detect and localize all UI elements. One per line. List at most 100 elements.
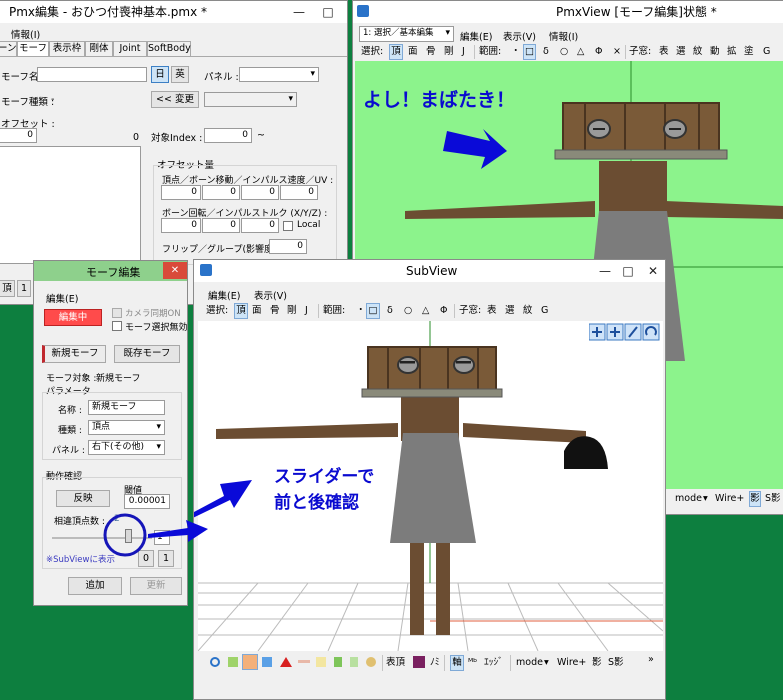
sv-sub-g[interactable]: G [541, 304, 548, 318]
pv-sub-select[interactable]: 選 [676, 45, 686, 59]
morph-name-input[interactable] [37, 67, 147, 82]
offset-list[interactable] [0, 146, 141, 264]
pmx-tab-rigid[interactable]: 剛体 [85, 41, 113, 57]
sv-range-delta[interactable]: δ [387, 304, 393, 318]
flip-group-input[interactable]: 0 [269, 239, 307, 254]
sv-bottom-icon-7[interactable] [316, 657, 326, 667]
pv-sub-move[interactable]: 動 [710, 45, 720, 59]
subview-close-button[interactable]: ✕ [640, 260, 665, 282]
sv-range-dot[interactable]: ・ [356, 304, 366, 318]
add-button[interactable]: 追加 [68, 577, 122, 595]
sv-bottom-wire[interactable]: Wire+ [557, 656, 586, 670]
pmx-tab-display-frame[interactable]: 表示枠 [49, 41, 85, 57]
sv-range-phi[interactable]: Φ [440, 304, 447, 318]
sv-bottom-chisel[interactable]: ﾉﾐ [430, 656, 440, 670]
sv-bottom-axis[interactable]: 軸 [450, 655, 464, 671]
pv-vertex-tool[interactable]: 頂 [389, 44, 403, 60]
pv-joint-tool[interactable]: J [462, 45, 465, 59]
pv-range-rect[interactable]: □ [523, 44, 536, 60]
pmxview-menu-info[interactable]: 情報(I) [549, 29, 578, 43]
update-button[interactable]: 更新 [130, 577, 182, 595]
pmxview-menu-view[interactable]: 表示(V) [503, 29, 536, 43]
pmx-maximize-button[interactable]: □ [314, 1, 342, 23]
sv-bottom-overflow-icon[interactable]: » [648, 653, 654, 667]
editing-button[interactable]: 編集中 [44, 309, 102, 326]
slider-one-button[interactable]: 1 [158, 550, 174, 567]
change-button[interactable]: << 変更 [151, 91, 199, 108]
pmx-menu-info[interactable]: 情報(I) [11, 27, 40, 41]
pv-face-tool[interactable]: 面 [408, 45, 418, 59]
pmx-tab-joint[interactable]: Joint [113, 41, 147, 57]
vertex-w-input[interactable]: 0 [280, 185, 318, 200]
local-checkbox[interactable] [283, 221, 293, 231]
sv-bottom-icon-4[interactable] [262, 657, 272, 667]
subview-maximize-button[interactable]: □ [617, 260, 639, 282]
sv-bottom-icon-8[interactable] [334, 657, 342, 667]
pv-sub-g[interactable]: G [763, 45, 770, 59]
pv-status-shadow[interactable]: 影 [749, 491, 761, 507]
pv-sub-crest[interactable]: 紋 [693, 45, 703, 59]
morph-dialog-menu-edit[interactable]: 編集(E) [46, 291, 78, 305]
pv-status-self-shadow[interactable]: S影 [765, 492, 781, 506]
threshold-input[interactable]: 0.00001 [124, 494, 170, 509]
pv-range-phi[interactable]: Φ [595, 45, 602, 59]
vertex-y-input[interactable]: 0 [202, 185, 240, 200]
pmx-tab-morph[interactable]: モーフ [17, 41, 49, 57]
pv-range-triangle[interactable]: △ [577, 45, 584, 59]
sv-bottom-icon-3[interactable] [242, 654, 258, 670]
panel-select-dialog[interactable]: 右下(その他) [88, 440, 165, 455]
sv-bottom-mode-arrow[interactable]: ▾ [544, 656, 549, 670]
sv-bottom-color-icon[interactable] [413, 656, 425, 668]
sv-range-rect[interactable]: □ [366, 303, 380, 319]
morph-select-disable-checkbox[interactable] [112, 321, 122, 331]
sv-bottom-icon-1[interactable] [210, 657, 220, 667]
pv-range-delta[interactable]: δ [543, 45, 549, 59]
sv-vertex-tool[interactable]: 頂 [234, 303, 248, 319]
sv-bottom-icon-2[interactable] [228, 657, 238, 667]
sv-range-circle[interactable]: ○ [404, 304, 412, 318]
sv-bottom-self-shadow[interactable]: S影 [608, 656, 624, 670]
pv-sub-scale[interactable]: 拡 [727, 45, 737, 59]
subview-menu-view[interactable]: 表示(V) [254, 288, 287, 302]
pmx-bottom-one-button[interactable]: 1 [17, 280, 31, 297]
sv-bottom-icon-9[interactable] [350, 657, 358, 667]
sv-bottom-icon-10[interactable] [366, 657, 376, 667]
subview-minimize-button[interactable]: — [594, 260, 616, 282]
panel-select[interactable] [239, 67, 319, 82]
invert-button[interactable]: 反映 [56, 490, 110, 507]
target-index-input[interactable]: 0 [204, 128, 252, 143]
sv-sub-select[interactable]: 選 [505, 304, 515, 318]
subview-viewport[interactable] [198, 321, 663, 651]
pv-range-cross[interactable]: × [613, 45, 621, 59]
new-morph-button[interactable]: 新規モーフ [42, 345, 106, 363]
sv-bottom-mb[interactable]: ᴹᵇ [468, 656, 477, 670]
pv-bone-tool[interactable]: 骨 [426, 45, 436, 59]
kind-select[interactable]: 頂点 [88, 420, 165, 435]
pmx-bottom-vertex-button[interactable]: 頂 [0, 280, 15, 297]
sv-sub-table[interactable]: 表 [487, 304, 497, 318]
pv-range-circle[interactable]: ○ [560, 45, 568, 59]
sv-bottom-shadow[interactable]: 影 [592, 656, 602, 670]
pv-rigid-tool[interactable]: 剛 [444, 45, 454, 59]
pmxview-menu-edit[interactable]: 編集(E) [460, 29, 492, 43]
sv-rigid-tool[interactable]: 剛 [287, 304, 297, 318]
sv-bottom-mode[interactable]: mode [516, 656, 543, 670]
subview-menu-edit[interactable]: 編集(E) [208, 288, 240, 302]
jp-name-button[interactable]: 日 [151, 66, 169, 83]
sv-bottom-edge[interactable]: ｴｯｼﾞ [484, 656, 503, 670]
existing-morph-button[interactable]: 既存モーフ [114, 345, 180, 363]
edit-mode-select[interactable]: 1: 選択／基本編集 [359, 26, 454, 42]
sv-bone-tool[interactable]: 骨 [270, 304, 280, 318]
sv-bottom-icon-5[interactable] [280, 657, 292, 667]
bone-rot-z-input[interactable]: 0 [241, 218, 279, 233]
sv-sub-crest[interactable]: 紋 [523, 304, 533, 318]
pmx-tab-softbody[interactable]: SoftBody [147, 41, 191, 57]
vertex-z-input[interactable]: 0 [241, 185, 279, 200]
pv-sub-table[interactable]: 表 [659, 45, 669, 59]
sv-bottom-icon-6[interactable] [298, 660, 310, 663]
bone-rot-x-input[interactable]: 0 [161, 218, 201, 233]
vertex-x-input[interactable]: 0 [161, 185, 201, 200]
en-name-button[interactable]: 英 [171, 66, 189, 83]
pv-status-mode[interactable]: mode [675, 492, 702, 506]
offset-index-input[interactable]: 0 [0, 128, 37, 143]
